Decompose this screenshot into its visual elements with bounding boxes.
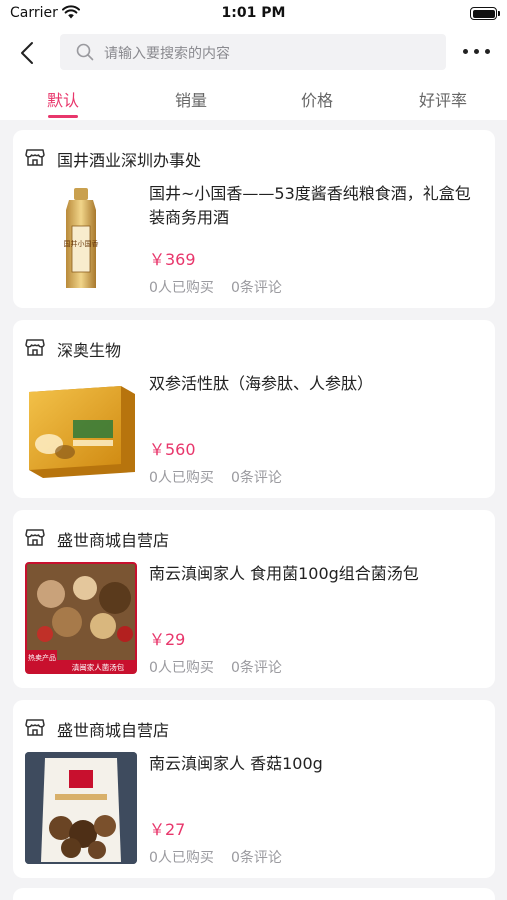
hot-sale-badge: 热卖产品 bbox=[28, 653, 56, 662]
store-name: 国井酒业深圳办事处 bbox=[57, 151, 202, 170]
product-price: ￥27 bbox=[149, 820, 186, 839]
product-price: ￥29 bbox=[149, 630, 186, 649]
product-title: 双参活性肽（海参肽、人参肽） bbox=[149, 374, 374, 393]
review-count: 0条评论 bbox=[231, 850, 282, 866]
review-count: 0条评论 bbox=[231, 660, 282, 676]
nav-bar: 请输入要搜索的内容 bbox=[0, 28, 507, 78]
status-bar: Carrier 1:01 PM bbox=[0, 0, 507, 28]
review-count: 0条评论 bbox=[231, 280, 282, 296]
tab-sales[interactable]: 销量 bbox=[146, 87, 236, 119]
product-image[interactable] bbox=[25, 752, 137, 864]
store-name: 盛世商城自营店 bbox=[57, 531, 170, 550]
tab-label: 好评率 bbox=[418, 91, 467, 110]
review-count: 0条评论 bbox=[231, 470, 282, 486]
mushroom-soup-pack-image: 热卖产品 滇闽家人菌汤包 bbox=[27, 564, 135, 672]
tab-label: 销量 bbox=[174, 91, 207, 110]
liquor-bottle-image: 国井小国香 bbox=[64, 188, 99, 288]
store-icon bbox=[25, 149, 45, 166]
purchase-count: 0人已购买 bbox=[149, 280, 214, 296]
tab-rating[interactable]: 好评率 bbox=[398, 87, 488, 119]
product-card-partial bbox=[13, 888, 495, 900]
product-card[interactable]: 深奥生物 双参活性肽（海参肽、人参肽） ￥560 0人已购买 0条评论 bbox=[13, 320, 495, 498]
back-button[interactable] bbox=[12, 37, 46, 69]
search-placeholder: 请输入要搜索的内容 bbox=[104, 46, 230, 62]
purchase-count: 0人已购买 bbox=[149, 470, 214, 486]
product-image[interactable] bbox=[25, 372, 137, 484]
product-price: ￥369 bbox=[149, 250, 196, 269]
store-icon bbox=[25, 719, 45, 736]
tab-label: 默认 bbox=[46, 91, 79, 110]
sort-tabs: 默认 销量 价格 好评率 bbox=[0, 78, 507, 120]
shiitake-bag-image bbox=[25, 752, 137, 864]
product-card[interactable]: 盛世商城自营店 南云滇闽家人 香菇100g ￥27 0人已购买 0条评论 bbox=[13, 700, 495, 878]
tab-price[interactable]: 价格 bbox=[272, 87, 362, 119]
bottle-label: 国井小国香 bbox=[64, 239, 99, 248]
back-arrow-icon bbox=[21, 42, 33, 64]
product-banner: 滇闽家人菌汤包 bbox=[72, 662, 125, 672]
store-name: 深奥生物 bbox=[57, 341, 122, 360]
search-icon bbox=[76, 43, 94, 61]
store-icon bbox=[25, 529, 45, 546]
tab-label: 价格 bbox=[300, 91, 333, 110]
more-icon bbox=[463, 49, 468, 54]
tab-default[interactable]: 默认 bbox=[18, 87, 108, 119]
active-tab-indicator bbox=[48, 115, 78, 118]
product-title: 南云滇闽家人 食用菌100g组合菌汤包 bbox=[149, 564, 419, 583]
product-image[interactable]: 国井小国香 bbox=[25, 182, 137, 294]
product-image[interactable]: 热卖产品 滇闽家人菌汤包 bbox=[25, 562, 137, 674]
store-icon bbox=[25, 339, 45, 356]
product-title: 南云滇闽家人 香菇100g bbox=[149, 754, 323, 773]
clock: 1:01 PM bbox=[221, 5, 286, 21]
product-title: 国井~小国香——53度酱香纯粮食酒，礼盒包装商务用酒 bbox=[149, 184, 471, 227]
battery-icon bbox=[470, 7, 500, 20]
purchase-count: 0人已购买 bbox=[149, 850, 214, 866]
product-card[interactable]: 国井酒业深圳办事处 国井小国香 国井~小国香——53度酱香纯粮食酒，礼盒包装商务… bbox=[13, 130, 495, 308]
store-name: 盛世商城自营店 bbox=[57, 721, 170, 740]
product-price: ￥560 bbox=[149, 440, 196, 459]
gift-box-image bbox=[29, 386, 135, 478]
more-button[interactable] bbox=[461, 42, 493, 62]
purchase-count: 0人已购买 bbox=[149, 660, 214, 676]
search-input[interactable]: 请输入要搜索的内容 bbox=[60, 34, 446, 70]
product-card[interactable]: 盛世商城自营店 热卖产品 滇闽家人菌汤包 南云滇闽家人 食用菌100g组合菌汤包… bbox=[13, 510, 495, 688]
